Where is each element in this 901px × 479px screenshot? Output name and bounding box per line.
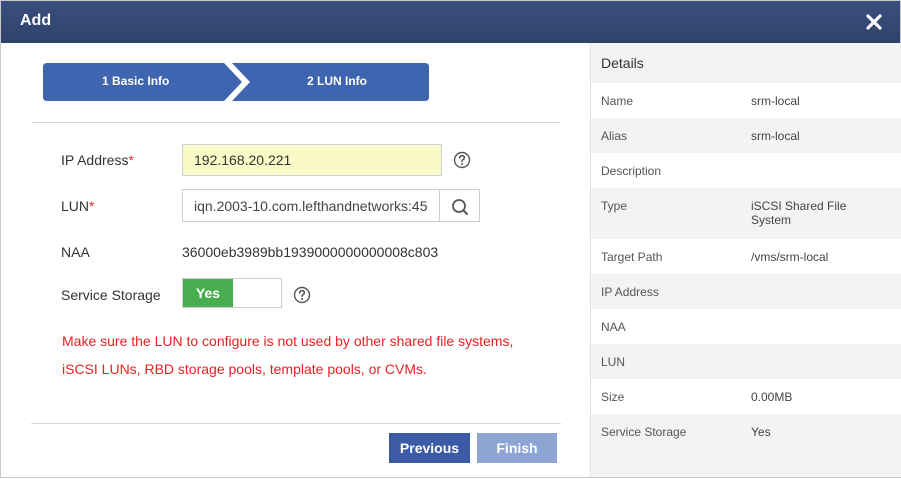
service-storage-label: Service Storage <box>61 287 161 303</box>
detail-value: 0.00MB <box>751 390 793 404</box>
required-mark: * <box>128 152 134 168</box>
detail-value: Yes <box>751 425 771 439</box>
required-mark: * <box>89 198 95 214</box>
lun-label: LUN* <box>61 198 95 214</box>
detail-row-ip-address: IP Address <box>591 274 901 309</box>
toggle-yes[interactable]: Yes <box>183 279 233 307</box>
detail-key: NAA <box>601 320 626 334</box>
detail-key: LUN <box>601 355 626 369</box>
detail-value: /vms/srm-local <box>751 250 829 264</box>
warning-line-1: Make sure the LUN to configure is not us… <box>62 333 514 349</box>
detail-key: Type <box>601 199 628 213</box>
detail-row-service-storage: Service Storage Yes <box>591 414 901 449</box>
search-icon <box>452 199 468 215</box>
dialog-title: Add <box>20 12 52 29</box>
detail-row-size: Size 0.00MB <box>591 379 901 414</box>
wizard-steps: 1 Basic Info 2 LUN Info <box>43 63 429 101</box>
naa-label: NAA <box>61 244 90 260</box>
detail-row-alias: Alias srm-local <box>591 118 901 153</box>
service-storage-toggle[interactable]: Yes <box>182 278 282 308</box>
dialog-titlebar: Add <box>1 1 900 43</box>
detail-key: Target Path <box>601 250 663 264</box>
naa-value: 36000eb3989bb1939000000000008c803 <box>182 244 439 260</box>
detail-row-type: Type iSCSI Shared File System <box>591 188 901 239</box>
details-panel: Details Name srm-local Alias srm-local D… <box>590 43 901 477</box>
previous-button[interactable]: Previous <box>389 433 470 463</box>
warning-line-2: iSCSI LUNs, RBD storage pools, template … <box>62 361 427 377</box>
details-title: Details <box>601 55 644 71</box>
detail-key: Size <box>601 390 625 404</box>
lun-input[interactable]: iqn.2003-10.com.lefthandnetworks:45 <box>182 189 440 222</box>
ip-address-input[interactable]: 192.168.20.221 <box>182 144 442 176</box>
detail-row-name: Name srm-local <box>591 83 901 118</box>
finish-button[interactable]: Finish <box>477 433 557 463</box>
detail-row-target-path: Target Path /vms/srm-local <box>591 239 901 274</box>
step-2-label[interactable]: 2 LUN Info <box>307 74 367 88</box>
lun-search-button[interactable] <box>439 189 480 222</box>
top-divider <box>31 122 561 123</box>
form-panel: 1 Basic Info 2 LUN Info IP Address* 192.… <box>1 43 590 479</box>
bottom-divider <box>31 423 561 424</box>
detail-row-description: Description <box>591 153 901 188</box>
detail-key: Service Storage <box>601 425 687 439</box>
detail-row-lun: LUN <box>591 344 901 379</box>
help-icon[interactable] <box>453 151 471 169</box>
step-1-label[interactable]: 1 Basic Info <box>102 74 169 88</box>
detail-key: Description <box>601 164 662 178</box>
detail-key: Alias <box>601 129 628 143</box>
detail-key: Name <box>601 94 634 108</box>
help-icon[interactable] <box>293 286 311 304</box>
detail-value: srm-local <box>751 129 800 143</box>
detail-value: iSCSI Shared File System <box>751 199 847 227</box>
detail-key: IP Address <box>601 285 659 299</box>
detail-value: srm-local <box>751 94 800 108</box>
detail-row-naa: NAA <box>591 309 901 344</box>
ip-address-label: IP Address* <box>61 152 134 168</box>
add-dialog: Add 1 Basic Info 2 LUN Info IP Address* … <box>0 0 901 478</box>
close-icon[interactable] <box>862 10 886 34</box>
